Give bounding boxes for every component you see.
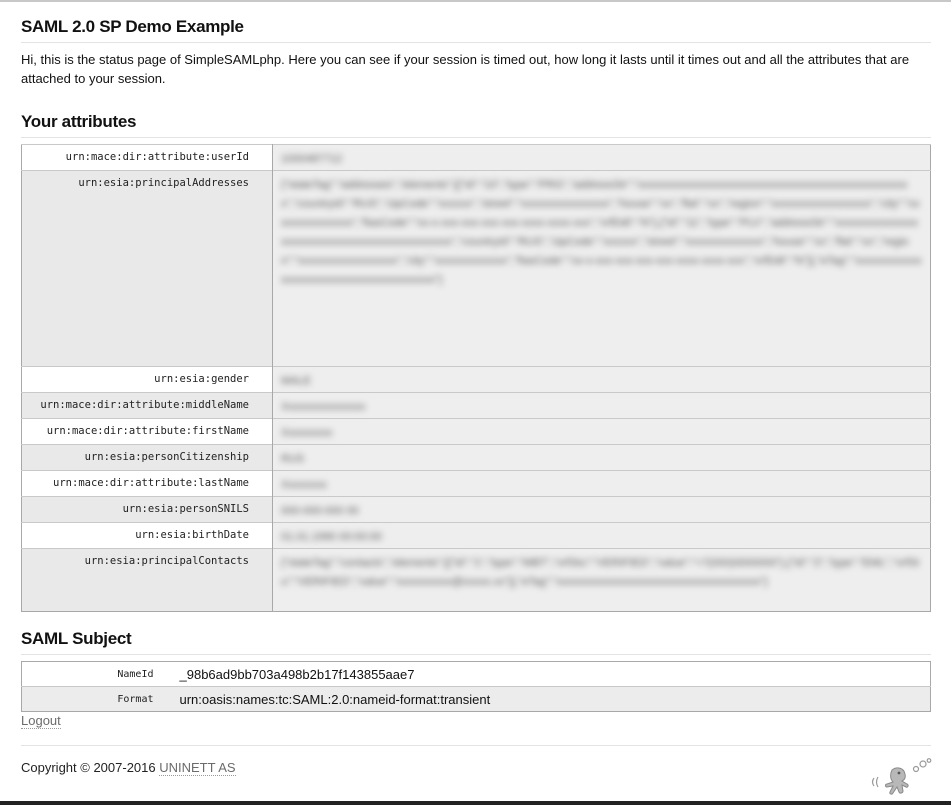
attribute-value: MALE <box>281 375 311 387</box>
table-row: urn:esia:birthDate 01.01.1990 00:00:00 <box>21 522 931 549</box>
attribute-name: urn:mace:dir:attribute:lastName <box>21 470 273 497</box>
attribute-name: urn:esia:gender <box>21 366 273 393</box>
divider <box>21 137 931 138</box>
nameid-label: NameId <box>117 668 154 680</box>
attribute-name: urn:esia:principalAddresses <box>21 170 273 367</box>
attribute-value: Xxxxxxxx <box>281 479 327 491</box>
attribute-value: 1000487712 <box>281 153 343 165</box>
uninett-link[interactable]: UNINETT AS <box>159 760 236 776</box>
divider <box>21 745 931 746</box>
attribute-name: urn:esia:personSNILS <box>21 496 273 523</box>
table-row: urn:esia:principalAddresses {"stateTag":… <box>21 170 931 367</box>
intro-text: Hi, this is the status page of SimpleSAM… <box>21 52 910 86</box>
attribute-name: urn:esia:principalContacts <box>21 548 273 612</box>
nameid-value: _98b6ad9bb703a498b2b17f143855aae7 <box>179 666 415 682</box>
copyright: Copyright © 2007-2016 UNINETT AS <box>21 760 236 776</box>
saml-subject-table: NameId _98b6ad9bb703a498b2b17f143855aae7… <box>21 661 931 712</box>
top-border <box>0 0 951 2</box>
table-row: Format urn:oasis:names:tc:SAML:2.0:namei… <box>21 686 931 712</box>
table-row: urn:mace:dir:attribute:lastName Xxxxxxxx <box>21 470 931 497</box>
format-label: Format <box>21 686 162 712</box>
table-row: urn:mace:dir:attribute:userId 1000487712 <box>21 144 931 171</box>
attributes-heading: Your attributes <box>21 112 137 131</box>
saml-subject-heading: SAML Subject <box>21 629 132 648</box>
divider <box>21 654 931 655</box>
table-row: urn:esia:principalContacts {"stateTag":"… <box>21 548 931 612</box>
simplesamlphp-logo-icon <box>871 758 932 795</box>
attribute-value: {"stateTag":"contacts","elements":[{"id"… <box>281 557 920 588</box>
table-row: urn:esia:personSNILS 000-000-000 00 <box>21 496 931 523</box>
divider <box>21 42 931 43</box>
attribute-value: 01.01.1990 00:00:00 <box>281 531 382 543</box>
attribute-name: urn:mace:dir:attribute:firstName <box>21 418 273 445</box>
attribute-value: 000-000-000 00 <box>281 505 359 517</box>
table-row: NameId _98b6ad9bb703a498b2b17f143855aae7 <box>22 662 931 687</box>
attribute-value: Xxxxxxxxxxxxxxx <box>281 401 366 413</box>
table-row: urn:esia:personCitizenship RUS <box>21 444 931 471</box>
attribute-name: urn:mace:dir:attribute:userId <box>21 144 273 171</box>
table-row: urn:mace:dir:attribute:firstName Xxxxxxx… <box>21 418 931 445</box>
logout-link[interactable]: Logout <box>21 713 61 729</box>
copyright-text: Copyright © 2007-2016 <box>21 760 160 775</box>
attribute-value: RUS <box>281 453 305 465</box>
page-title: SAML 2.0 SP Demo Example <box>21 17 244 36</box>
attribute-value: {"stateTag":"addresses","elements":[{"id… <box>281 179 922 286</box>
attribute-name: urn:esia:personCitizenship <box>21 444 273 471</box>
attributes-table: urn:mace:dir:attribute:userId 1000487712… <box>21 144 931 612</box>
table-row: urn:mace:dir:attribute:middleName Xxxxxx… <box>21 392 931 419</box>
bottom-border <box>0 801 951 805</box>
table-row: urn:esia:gender MALE <box>21 366 931 393</box>
attribute-name: urn:mace:dir:attribute:middleName <box>21 392 273 419</box>
attribute-name: urn:esia:birthDate <box>21 522 273 549</box>
format-value: urn:oasis:names:tc:SAML:2.0:nameid-forma… <box>161 686 931 712</box>
attribute-value: Xxxxxxxxx <box>281 427 333 439</box>
